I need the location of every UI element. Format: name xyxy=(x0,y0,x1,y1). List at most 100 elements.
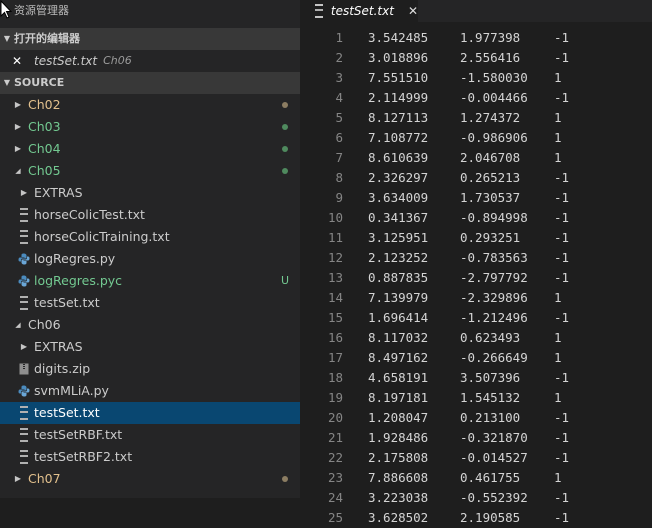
tree-item-label: Ch04 xyxy=(28,141,61,156)
tree-folder[interactable]: ▶ Ch03 xyxy=(0,116,300,138)
col-x1: 3.223038 xyxy=(368,490,429,505)
text-file-icon xyxy=(18,296,30,310)
git-status-dot xyxy=(282,102,288,108)
chevron-right-icon[interactable]: ▶ xyxy=(12,138,24,160)
tree-folder[interactable]: ◢ Ch05 xyxy=(0,160,300,182)
code-line: 22 2.175808 -0.014527 -1 xyxy=(300,448,652,468)
line-number: 16 xyxy=(327,330,343,345)
col-x2: 0.265213 xyxy=(460,170,521,185)
line-number: 19 xyxy=(327,390,343,405)
tree-file[interactable]: logRegres.pyc U xyxy=(0,270,300,292)
source-section-header[interactable]: ▼ SOURCE xyxy=(0,72,300,94)
chevron-right-icon[interactable]: ▶ xyxy=(12,116,24,138)
col-x1: 4.658191 xyxy=(368,370,429,385)
code-line: 19 8.197181 1.545132 1 xyxy=(300,388,652,408)
tree-file[interactable]: horseColicTraining.txt xyxy=(0,226,300,248)
tree-file[interactable]: testSetRBF.txt xyxy=(0,424,300,446)
col-x1: 3.628502 xyxy=(368,510,429,525)
open-editors-label: 打开的编辑器 xyxy=(14,32,80,45)
col-label: -1 xyxy=(554,170,570,185)
mouse-cursor-icon xyxy=(0,0,12,19)
text-file-icon xyxy=(18,450,30,464)
col-label: 1 xyxy=(554,70,562,85)
tree-item-label: digits.zip xyxy=(34,361,91,376)
tree-item-label: svmMLiA.py xyxy=(34,383,109,398)
col-label: -1 xyxy=(554,210,570,225)
tree-item-label: testSetRBF.txt xyxy=(34,427,123,442)
line-number: 2 xyxy=(335,50,343,65)
code-line: 4 2.114999 -0.004466 -1 xyxy=(300,88,652,108)
col-x2: 2.046708 xyxy=(460,150,521,165)
tree-folder[interactable]: ◢ Ch06 xyxy=(0,314,300,336)
col-label: 1 xyxy=(554,330,562,345)
col-x1: 7.886608 xyxy=(368,470,429,485)
text-file-icon xyxy=(18,208,30,222)
col-label: -1 xyxy=(554,490,570,505)
open-editors-section-header[interactable]: ▼ 打开的编辑器 xyxy=(0,28,300,50)
chevron-down-icon[interactable]: ◢ xyxy=(12,314,24,336)
col-x1: 8.117032 xyxy=(368,330,429,345)
explorer-title: 资源管理器 xyxy=(14,4,69,17)
tree-folder[interactable]: ▶ Ch04 xyxy=(0,138,300,160)
tree-item-label: Ch03 xyxy=(28,119,61,134)
code-line: 5 8.127113 1.274372 1 xyxy=(300,108,652,128)
col-x2: 3.507396 xyxy=(460,370,521,385)
line-number: 9 xyxy=(335,190,343,205)
close-icon[interactable]: ✕ xyxy=(408,4,418,18)
tree-file[interactable]: svmMLiA.py xyxy=(0,380,300,402)
col-label: -1 xyxy=(554,50,570,65)
col-x2: -0.552392 xyxy=(460,490,528,505)
chevron-down-icon[interactable]: ◢ xyxy=(12,160,24,182)
explorer-sidebar: 资源管理器 ▼ 打开的编辑器 ✕ testSet.txt Ch06 ▼ SOUR… xyxy=(0,0,300,498)
tree-folder[interactable]: ▶ EXTRAS xyxy=(0,336,300,358)
chevron-right-icon[interactable]: ▶ xyxy=(18,336,30,358)
tree-file[interactable]: digits.zip xyxy=(0,358,300,380)
line-number: 15 xyxy=(327,310,343,325)
tree-item-label: EXTRAS xyxy=(34,339,83,354)
file-tree: ▶ Ch02 ▶ Ch03 ▶ Ch04 ◢ Ch05 ▶ EXTRAS horseColicTes… xyxy=(0,94,300,490)
tree-file[interactable]: testSetRBF2.txt xyxy=(0,446,300,468)
col-label: -1 xyxy=(554,450,570,465)
col-x1: 8.127113 xyxy=(368,110,429,125)
tree-folder[interactable]: ▶ Ch02 xyxy=(0,94,300,116)
line-number: 1 xyxy=(335,30,343,45)
chevron-right-icon[interactable]: ▶ xyxy=(12,468,24,490)
git-untracked-badge: U xyxy=(280,274,289,287)
editor-tab[interactable]: testSet.txt ✕ xyxy=(300,0,418,22)
code-line: 3 7.551510 -1.580030 1 xyxy=(300,68,652,88)
close-icon[interactable]: ✕ xyxy=(10,50,24,72)
col-label: -1 xyxy=(554,270,570,285)
col-x2: 1.730537 xyxy=(460,190,521,205)
col-x2: 0.213100 xyxy=(460,410,521,425)
col-x2: -0.783563 xyxy=(460,250,528,265)
tree-item-label: testSet.txt xyxy=(34,405,100,420)
tree-item-label: logRegres.py xyxy=(34,251,116,266)
tree-file[interactable]: horseColicTest.txt xyxy=(0,204,300,226)
col-x2: -0.266649 xyxy=(460,350,528,365)
tree-item-label: horseColicTest.txt xyxy=(34,207,145,222)
col-x1: 7.108772 xyxy=(368,130,429,145)
line-number: 6 xyxy=(335,130,343,145)
open-editor-item[interactable]: ✕ testSet.txt Ch06 xyxy=(0,50,300,72)
chevron-right-icon[interactable]: ▶ xyxy=(18,182,30,204)
line-number: 8 xyxy=(335,170,343,185)
tree-file[interactable]: testSet.txt xyxy=(0,292,300,314)
git-status-dot xyxy=(282,476,288,482)
python-icon xyxy=(18,384,30,398)
code-line: 8 2.326297 0.265213 -1 xyxy=(300,168,652,188)
col-x2: 1.545132 xyxy=(460,390,521,405)
col-x1: 0.341367 xyxy=(368,210,429,225)
tree-folder[interactable]: ▶ Ch07 xyxy=(0,468,300,490)
code-view[interactable]: 1 3.542485 1.977398 -1 2 3.018896 2.556416 -1 3 7… xyxy=(300,28,652,528)
chevron-right-icon[interactable]: ▶ xyxy=(12,94,24,116)
tree-file[interactable]: testSet.txt xyxy=(0,402,300,424)
line-number: 11 xyxy=(327,230,343,245)
text-file-icon xyxy=(315,4,325,18)
open-editor-filename: testSet.txt xyxy=(34,54,98,68)
tree-folder[interactable]: ▶ EXTRAS xyxy=(0,182,300,204)
tree-file[interactable]: logRegres.py xyxy=(0,248,300,270)
line-number: 24 xyxy=(327,490,343,505)
col-x2: 0.461755 xyxy=(460,470,521,485)
tree-item-label: Ch05 xyxy=(28,163,61,178)
zip-file-icon xyxy=(18,362,30,376)
